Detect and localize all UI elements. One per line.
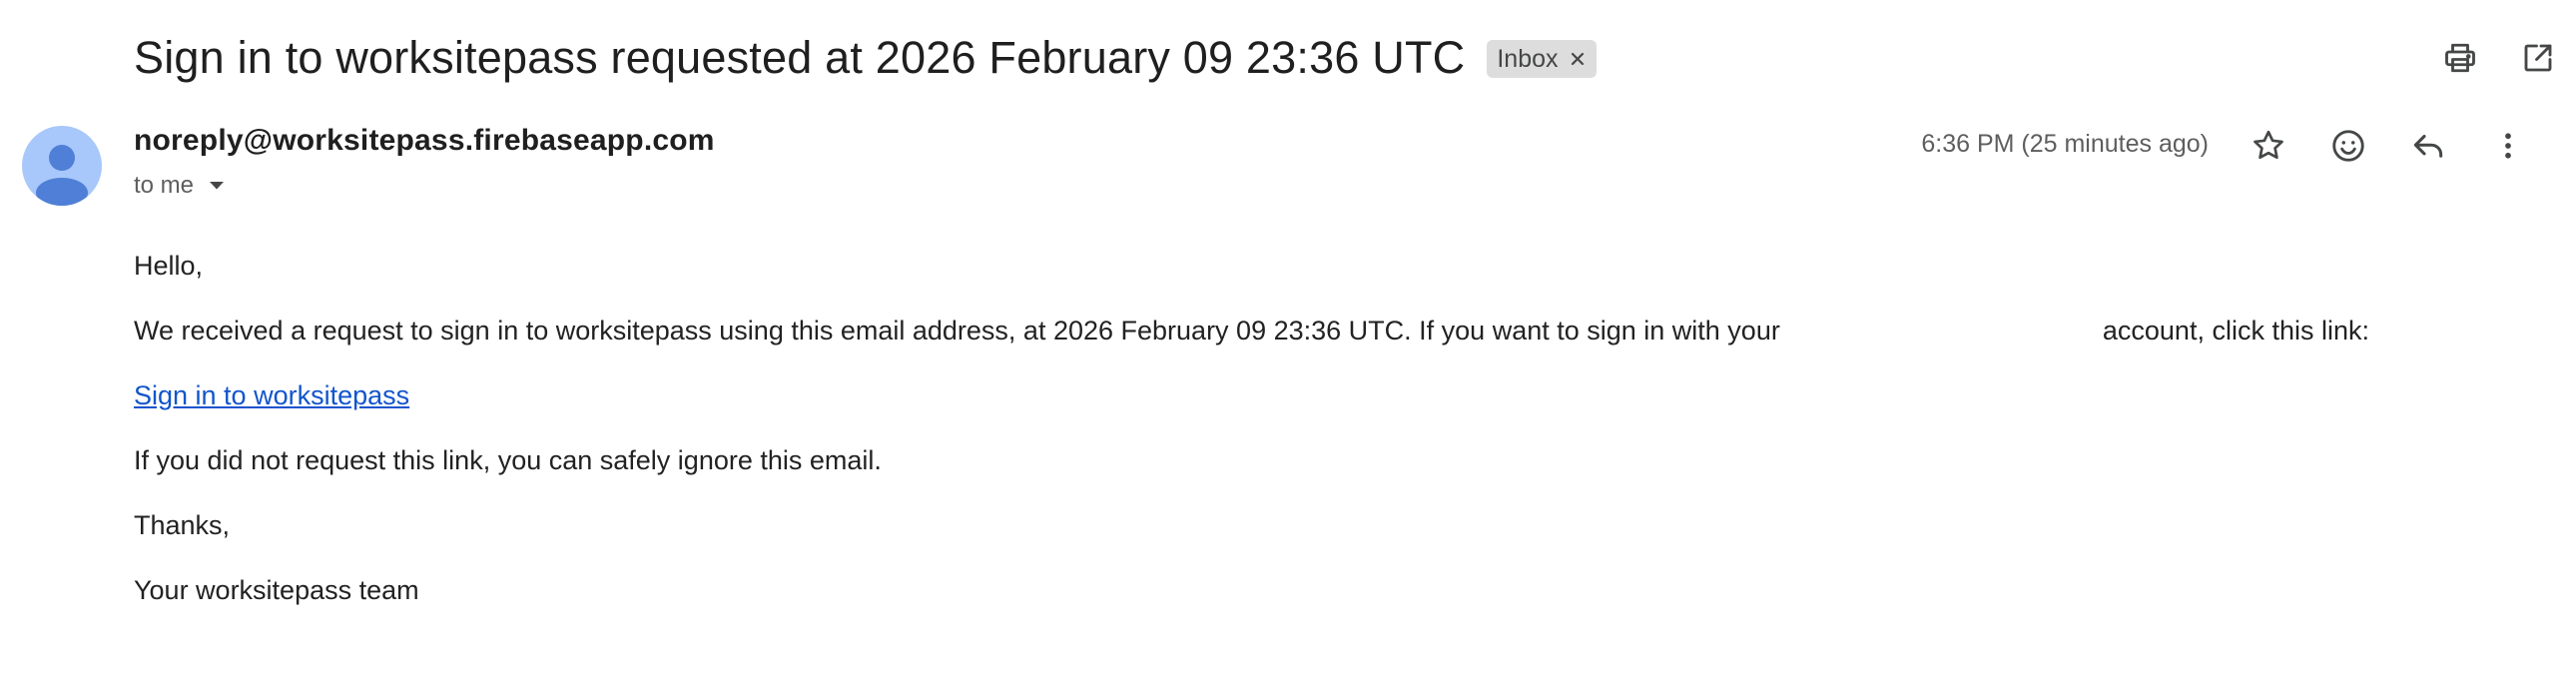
thanks-line: Thanks,: [134, 510, 231, 540]
request-text-before: We received a request to sign in to work…: [134, 316, 1780, 346]
subject-row: Sign in to worksitepass requested at 202…: [134, 20, 1597, 96]
request-paragraph: We received a request to sign in to work…: [134, 315, 2510, 347]
open-in-new-window-button[interactable]: [2508, 28, 2568, 88]
request-text-after: account, click this link:: [2102, 316, 2369, 346]
label-text: Inbox: [1497, 44, 1559, 73]
inbox-label-chip[interactable]: Inbox: [1487, 40, 1597, 78]
add-reaction-button[interactable]: [2318, 116, 2378, 176]
print-button[interactable]: [2430, 28, 2490, 88]
emoji-reaction-icon: [2329, 127, 2367, 165]
email-view: Sign in to worksitepass requested at 202…: [0, 0, 2576, 695]
open-in-new-window-icon: [2520, 40, 2556, 76]
caret-down-icon: [208, 181, 226, 191]
recipients-dropdown[interactable]: to me: [134, 172, 715, 200]
person-avatar-icon: [22, 145, 102, 206]
ignore-paragraph: If you did not request this link, you ca…: [134, 445, 882, 475]
more-options-button[interactable]: [2478, 116, 2538, 176]
redacted-area: [1787, 318, 2096, 347]
sender-block: noreply@worksitepass.firebaseapp.com to …: [134, 124, 715, 200]
greeting-line: Hello,: [134, 251, 204, 281]
close-icon[interactable]: [1569, 50, 1587, 68]
reply-icon: [2409, 127, 2447, 165]
signature-line: Your worksitepass team: [134, 575, 419, 605]
star-icon: [2251, 128, 2286, 164]
message-timestamp: 6:36 PM (25 minutes ago): [1921, 130, 2209, 158]
star-button[interactable]: [2239, 116, 2298, 176]
more-vertical-icon: [2490, 128, 2526, 164]
sender-email[interactable]: noreply@worksitepass.firebaseapp.com: [134, 124, 715, 158]
sign-in-link[interactable]: Sign in to worksitepass: [134, 380, 409, 410]
sender-avatar[interactable]: [22, 126, 102, 206]
email-body: Hello, We received a request to sign in …: [134, 250, 2510, 639]
print-icon: [2442, 40, 2478, 76]
email-subject: Sign in to worksitepass requested at 202…: [134, 32, 1466, 83]
link-paragraph: Sign in to worksitepass: [134, 379, 2510, 411]
reply-button[interactable]: [2398, 116, 2458, 176]
recipient-text: to me: [134, 172, 195, 199]
